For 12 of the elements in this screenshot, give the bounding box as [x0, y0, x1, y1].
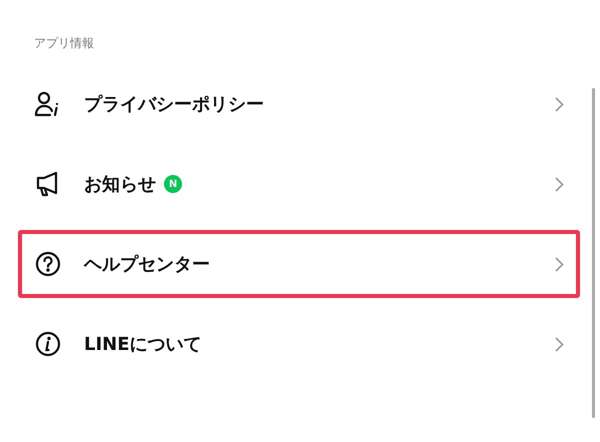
new-badge: N	[164, 175, 182, 193]
chevron-icon	[555, 176, 564, 192]
settings-item[interactable]: プライバシーポリシー	[18, 70, 580, 138]
info-icon	[35, 331, 61, 357]
settings-item[interactable]: ヘルプセンター	[18, 230, 580, 298]
chevron-icon	[555, 256, 564, 272]
settings-item[interactable]: LINEについて	[18, 310, 580, 378]
settings-item[interactable]: お知らせ N	[18, 150, 580, 218]
chevron-icon	[555, 96, 564, 112]
help-icon	[35, 251, 61, 277]
section-title: アプリ情報	[34, 35, 95, 52]
chevron-icon	[555, 336, 564, 352]
